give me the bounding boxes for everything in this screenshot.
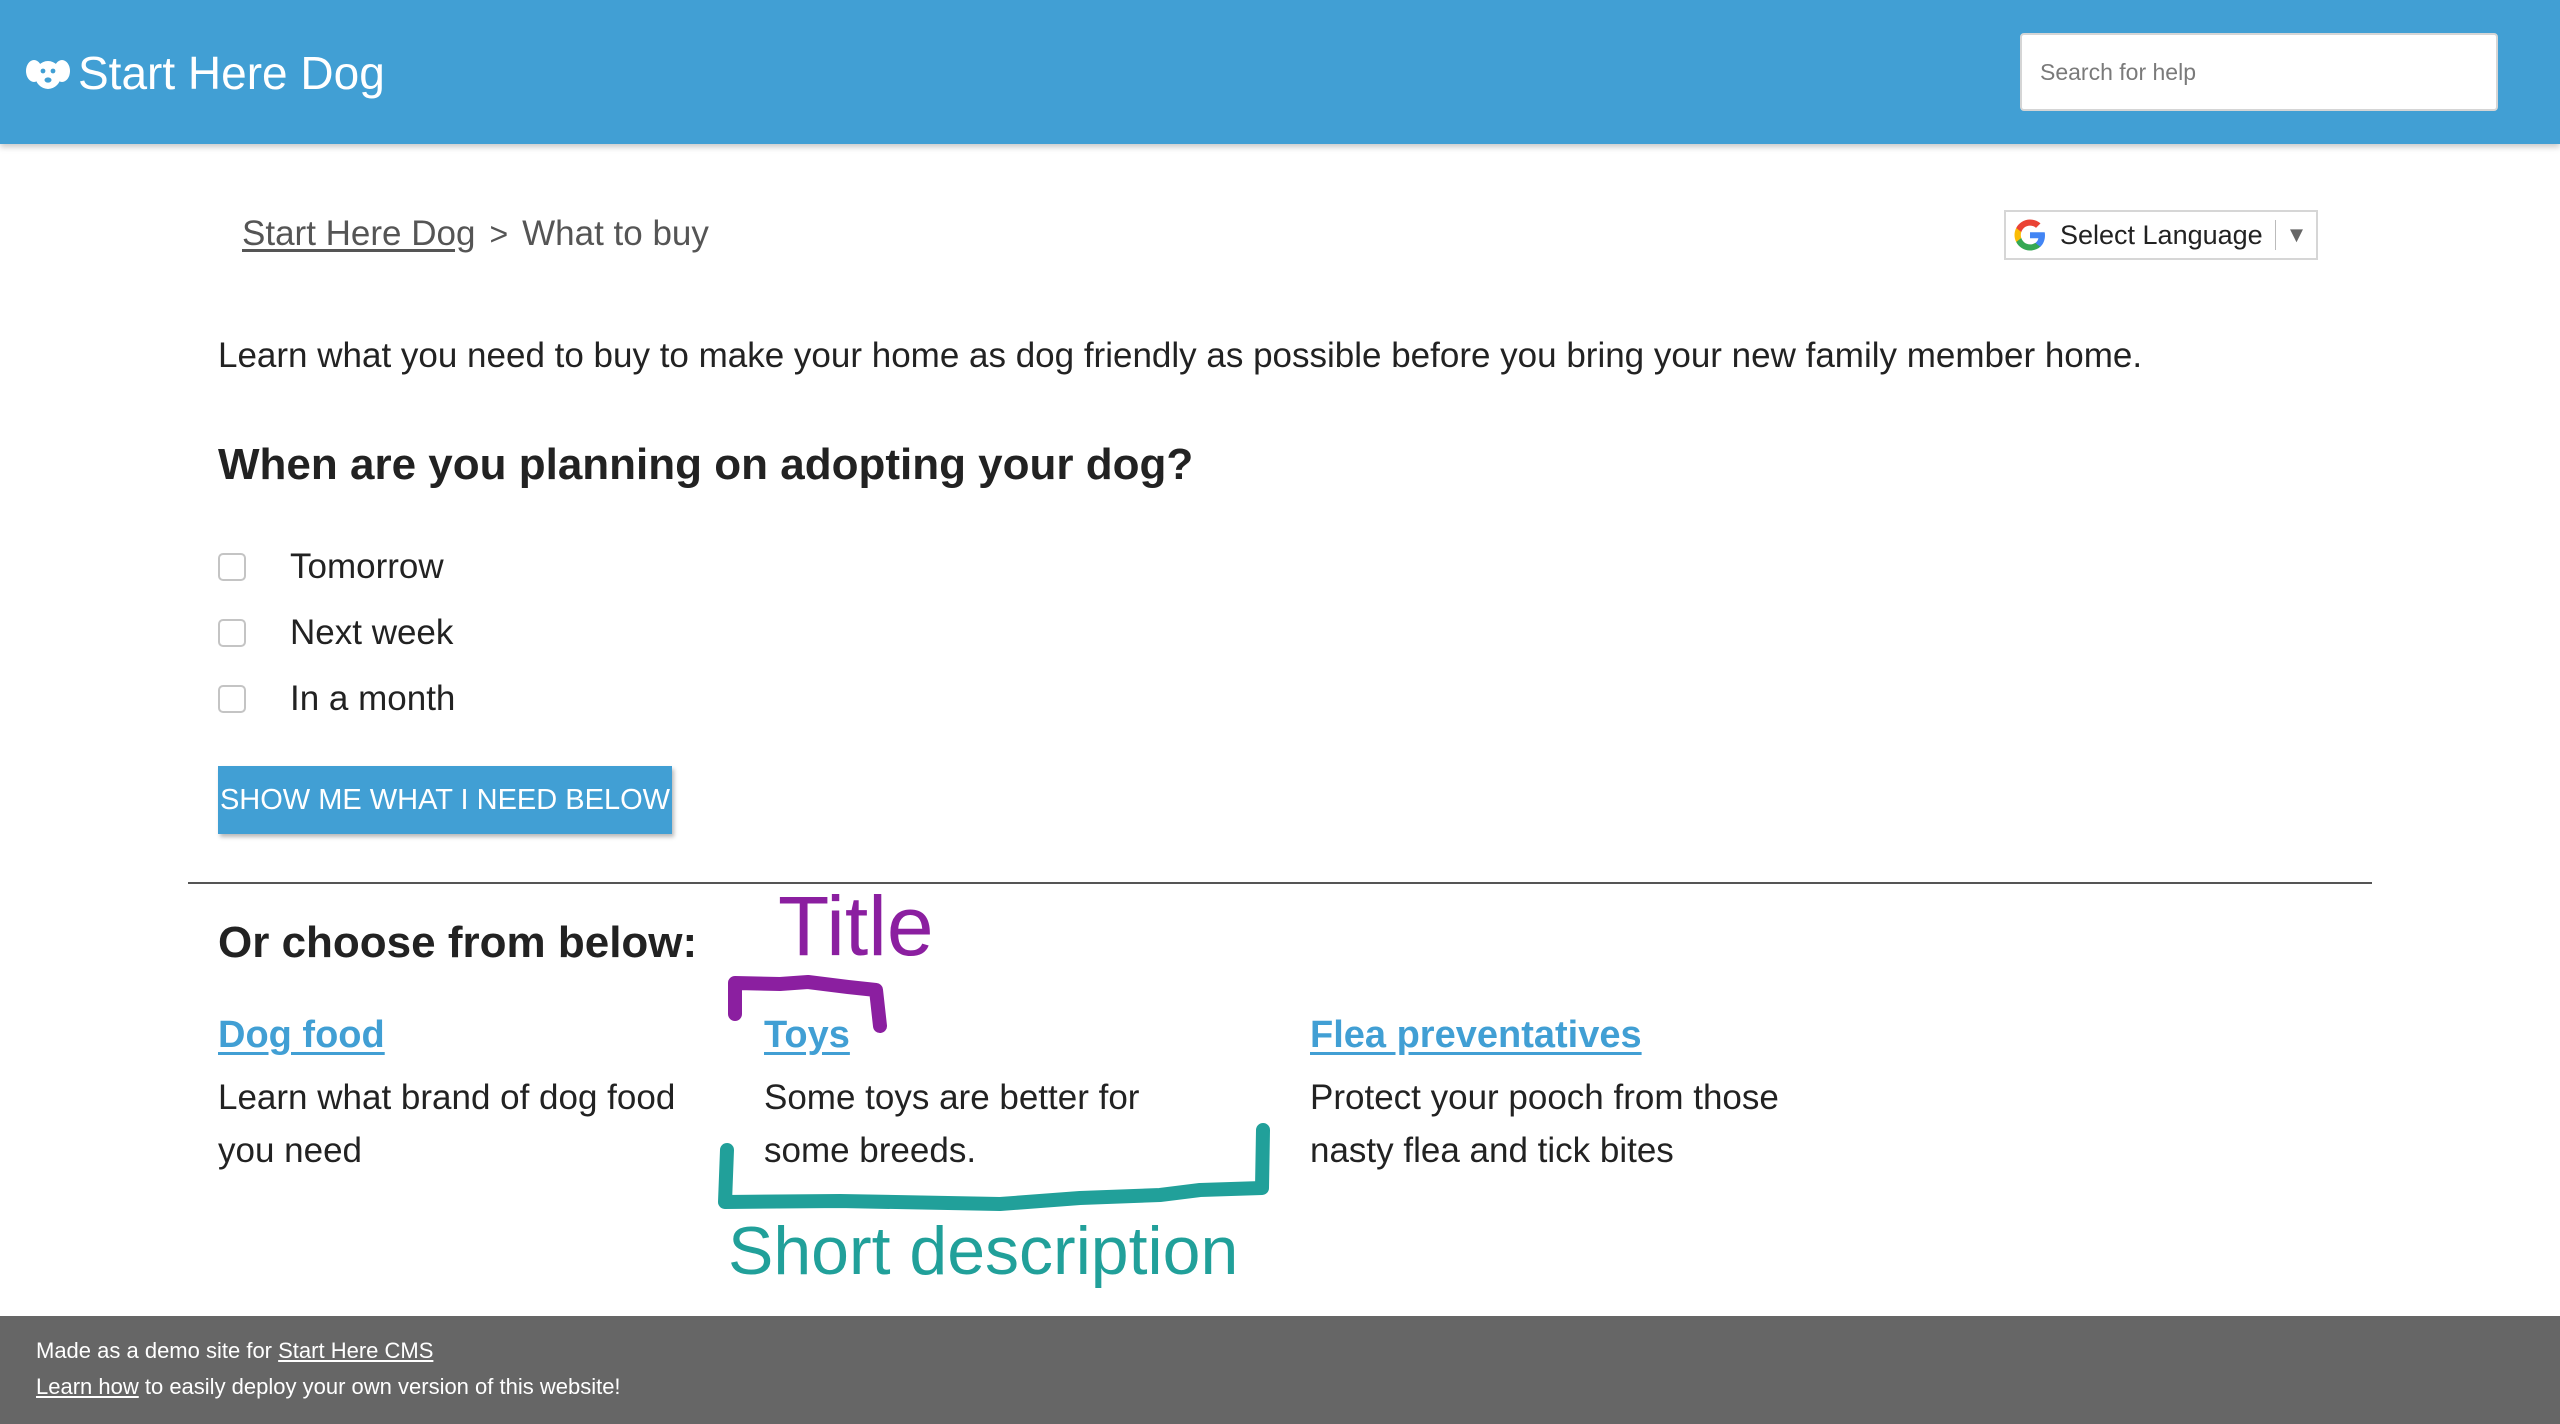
checkbox[interactable]: [218, 619, 246, 647]
header-bar: Start Here Dog: [0, 0, 2560, 144]
start-here-cms-link[interactable]: Start Here CMS: [278, 1338, 433, 1363]
card-description: Learn what brand of dog food you need: [218, 1078, 676, 1170]
language-select[interactable]: Select Language ▼: [2004, 210, 2318, 260]
chevron-down-icon: ▼: [2285, 222, 2308, 247]
breadcrumb-home-link[interactable]: Start Here Dog: [242, 214, 475, 254]
footer-text: Made as a demo site for: [36, 1338, 279, 1363]
option-label: Tomorrow: [290, 547, 444, 586]
search-input[interactable]: [2020, 33, 2498, 111]
choose-heading: Or choose from below:: [218, 918, 698, 967]
learn-how-link[interactable]: Learn how: [36, 1374, 139, 1399]
dog-icon: [26, 60, 70, 89]
footer-text: to easily deploy your own version of thi…: [138, 1374, 621, 1399]
option-label: In a month: [290, 679, 456, 718]
brand-link[interactable]: Start Here Dog: [24, 40, 385, 106]
footer-line-2: Learn how to easily deploy your own vers…: [36, 1374, 621, 1400]
card-title-link[interactable]: Flea preventatives: [1310, 1014, 1642, 1057]
footer-line-1: Made as a demo site for Start Here CMS: [36, 1338, 433, 1364]
brand-name: Start Here Dog: [78, 47, 385, 99]
card-description: Some toys are better for some breeds.: [764, 1078, 1140, 1170]
footer: Made as a demo site for Start Here CMS L…: [0, 1316, 2560, 1424]
google-g-icon: [2014, 219, 2045, 251]
show-me-button[interactable]: SHOW ME WHAT I NEED BELOW: [218, 766, 672, 834]
checkbox[interactable]: [218, 685, 246, 713]
adoption-options: Tomorrow Next week In a month: [218, 534, 455, 732]
breadcrumb-current: What to buy: [522, 214, 709, 253]
breadcrumb: Start Here Dog > What to buy: [242, 214, 709, 254]
card-title-link[interactable]: Toys: [764, 1014, 850, 1057]
option-tomorrow[interactable]: Tomorrow: [218, 534, 455, 600]
language-divider: [2274, 220, 2276, 250]
card-flea-preventatives: Flea preventatives Protect your pooch fr…: [1310, 1014, 1800, 1177]
short-description-annotation: Short description: [728, 1213, 1239, 1289]
option-label: Next week: [290, 613, 454, 652]
title-annotation: Title: [778, 879, 934, 973]
card-dog-food: Dog food Learn what brand of dog food yo…: [218, 1014, 718, 1177]
option-next-week[interactable]: Next week: [218, 600, 455, 666]
card-toys: Toys Some toys are better for some breed…: [764, 1014, 1234, 1177]
card-description: Protect your pooch from those nasty flea…: [1310, 1078, 1779, 1170]
language-label: Select Language: [2060, 219, 2263, 250]
adoption-question: When are you planning on adopting your d…: [218, 440, 1194, 489]
checkbox[interactable]: [218, 553, 246, 581]
card-title-link[interactable]: Dog food: [218, 1014, 385, 1057]
intro-text: Learn what you need to buy to make your …: [218, 336, 2143, 375]
breadcrumb-separator: >: [489, 215, 509, 252]
section-divider: [188, 882, 2372, 884]
option-in-a-month[interactable]: In a month: [218, 666, 455, 732]
